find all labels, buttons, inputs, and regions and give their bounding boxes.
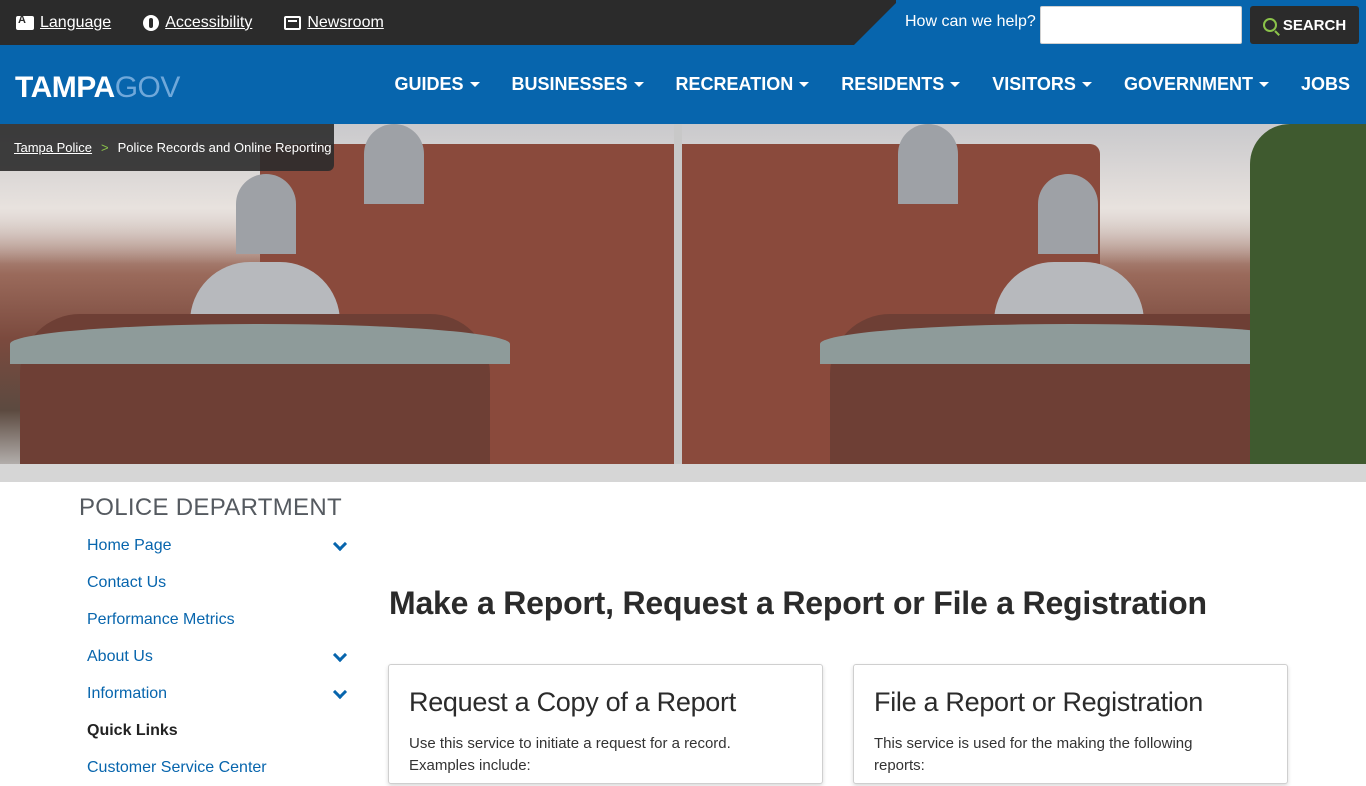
hero-flagpole — [674, 124, 682, 482]
language-link[interactable]: Language — [16, 14, 111, 32]
sidebar-item-label: Information — [87, 684, 168, 702]
help-wedge — [854, 0, 899, 45]
nav-item-label: RECREATION — [675, 74, 794, 94]
hero-image — [0, 124, 1366, 482]
hero-tree — [1250, 124, 1366, 482]
sidebar-item-contact-us[interactable]: Contact Us — [79, 564, 359, 601]
site-logo[interactable]: TAMPAGOV — [15, 71, 180, 105]
caret-down-icon — [1258, 82, 1269, 87]
nav-item-guides[interactable]: GUIDES — [394, 74, 480, 95]
card-file-report[interactable]: File a Report or Registration This servi… — [853, 664, 1288, 784]
search-icon — [1262, 18, 1277, 32]
chevron-down-icon[interactable] — [332, 536, 348, 552]
chevron-down-icon[interactable] — [332, 647, 348, 663]
sidebar-item-label: About Us — [87, 647, 153, 665]
newsroom-icon — [284, 15, 302, 30]
sidebar-menu: Home Page Contact Us Performance Metrics… — [79, 527, 359, 786]
breadcrumb: Tampa Police > Police Records and Online… — [0, 124, 334, 171]
newsroom-label: Newsroom — [307, 13, 384, 31]
sidebar-item-performance-metrics[interactable]: Performance Metrics — [79, 601, 359, 638]
search-area: How can we help? SEARCH — [896, 0, 1366, 45]
breadcrumb-separator: > — [101, 140, 109, 155]
sidebar-item-label: Home Page — [87, 536, 172, 554]
sidebar-item-label: Performance Metrics — [87, 610, 235, 628]
caret-down-icon — [1081, 82, 1092, 87]
caret-down-icon — [469, 82, 480, 87]
chevron-down-icon[interactable] — [332, 684, 348, 700]
nav-item-label: VISITORS — [992, 74, 1076, 94]
search-button[interactable]: SEARCH — [1250, 6, 1359, 44]
nav-item-jobs[interactable]: JOBS — [1301, 74, 1350, 95]
nav-item-label: GUIDES — [394, 74, 464, 94]
language-icon — [16, 14, 34, 30]
sidebar-item-label: Quick Links — [87, 721, 178, 739]
card-text: This service is used for the making the … — [874, 735, 1193, 774]
nav-item-label: JOBS — [1300, 74, 1350, 94]
nav-item-label: GOVERNMENT — [1123, 74, 1253, 94]
hero-spire — [1038, 174, 1098, 254]
caret-down-icon — [950, 82, 961, 87]
card-title: Request a Copy of a Report — [409, 687, 736, 717]
logo-text-tampa: TAMPA — [15, 71, 115, 104]
nav-item-residents[interactable]: RESIDENTS — [841, 74, 961, 95]
card-title: File a Report or Registration — [874, 687, 1203, 717]
nav-item-label: RESIDENTS — [841, 74, 945, 94]
nav-item-visitors[interactable]: VISITORS — [992, 74, 1092, 95]
sidebar-item-home-page[interactable]: Home Page — [79, 527, 359, 564]
hero-porch-left — [10, 324, 510, 364]
search-input[interactable] — [1040, 6, 1242, 44]
sidebar-item-information[interactable]: Information — [79, 675, 359, 712]
nav-item-businesses[interactable]: BUSINESSES — [512, 74, 644, 95]
breadcrumb-current: Police Records and Online Reporting — [117, 140, 332, 155]
caret-down-icon — [799, 82, 810, 87]
logo-text-gov: GOV — [114, 71, 181, 104]
sidebar-title: POLICE DEPARTMENT — [79, 494, 342, 521]
hero-spire — [898, 124, 958, 204]
sidebar-item-quick-links[interactable]: Quick Links — [79, 712, 359, 749]
card-request-report[interactable]: Request a Copy of a Report Use this serv… — [388, 664, 823, 784]
accessibility-icon — [143, 14, 160, 31]
page-title: Make a Report, Request a Report or File … — [389, 585, 1207, 621]
search-label: How can we help? — [905, 13, 1036, 30]
hero-spire — [364, 124, 424, 204]
sidebar-item-label: Contact Us — [87, 573, 167, 591]
accessibility-label: Accessibility — [165, 13, 253, 31]
language-label: Language — [40, 13, 112, 31]
card-text: Use this service to initiate a request f… — [409, 735, 731, 774]
utility-links: Language Accessibility Newsroom — [16, 0, 384, 45]
hero-ground — [0, 464, 1366, 482]
breadcrumb-link-tampa-police[interactable]: Tampa Police — [14, 140, 92, 155]
hero-porch-right — [820, 324, 1320, 364]
nav-item-government[interactable]: GOVERNMENT — [1124, 74, 1269, 95]
search-button-label: SEARCH — [1282, 16, 1347, 34]
sidebar-item-about-us[interactable]: About Us — [79, 638, 359, 675]
hero-spire — [236, 174, 296, 254]
nav-item-label: BUSINESSES — [511, 74, 628, 94]
newsroom-link[interactable]: Newsroom — [284, 13, 384, 32]
main-navigation: TAMPAGOV GUIDES BUSINESSES RECREATION RE… — [0, 45, 1366, 124]
accessibility-link[interactable]: Accessibility — [143, 14, 252, 32]
caret-down-icon — [633, 82, 644, 87]
nav-menu: GUIDES BUSINESSES RECREATION RESIDENTS V… — [394, 45, 1350, 124]
nav-item-recreation[interactable]: RECREATION — [676, 74, 810, 95]
